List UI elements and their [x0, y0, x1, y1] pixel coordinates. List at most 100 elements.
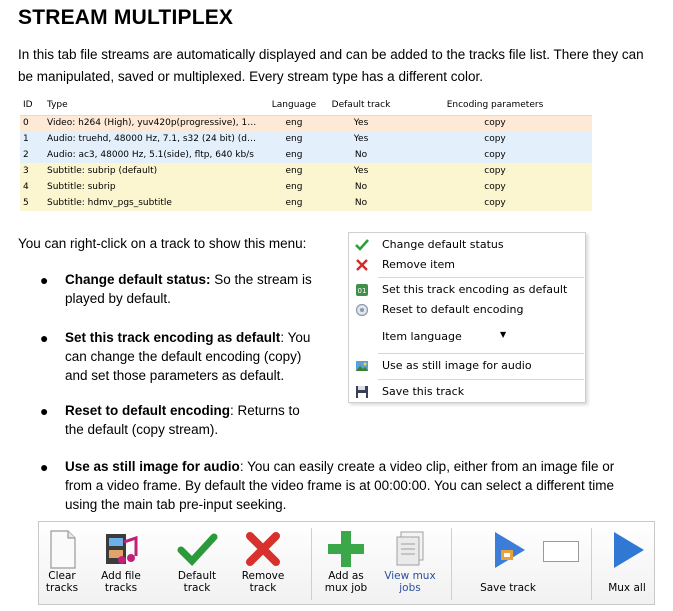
view-mux-jobs-button[interactable]: View mux jobs [379, 522, 441, 604]
cell-language: eng [264, 115, 324, 131]
bullet-dot: ● [40, 272, 49, 288]
menu-item-label: Change default status [382, 238, 504, 251]
bullet-bold: Set this track encoding as default [65, 330, 281, 345]
table-row[interactable]: 0 Video: h264 (High), yuv420p(progressiv… [20, 115, 592, 131]
bullet-dot: ● [40, 330, 49, 346]
add-as-mux-job-button[interactable]: Add as mux job [319, 522, 373, 604]
item-language-select[interactable]: Item language ▼ [378, 323, 579, 351]
bullet-text: : Returns to [230, 403, 300, 418]
bullet-text: played by default. [65, 291, 171, 306]
reset-icon [355, 303, 369, 317]
menu-item-reset-encoding[interactable]: Reset to default encoding [349, 300, 585, 320]
cell-encoding: copy [398, 163, 592, 179]
bullet-bold: Change default status: [65, 272, 211, 287]
document-icon [50, 530, 76, 569]
menu-item-save-track[interactable]: Save this track [349, 382, 585, 402]
clear-tracks-button[interactable]: Clear tracks [41, 522, 83, 604]
floppy-disk-icon [356, 386, 368, 398]
red-x-icon [356, 259, 368, 271]
bullet-text: using the main tab pre-input seeking. [65, 497, 287, 512]
menu-item-label: Save this track [382, 385, 465, 398]
menu-item-still-image[interactable]: Use as still image for audio [349, 356, 585, 376]
table-row[interactable]: 1 Audio: truehd, 48000 Hz, 7.1, s32 (24 … [20, 131, 592, 147]
remove-track-button[interactable]: Remove track [235, 522, 291, 604]
bullet-text: : You [280, 330, 311, 345]
cell-language: eng [264, 179, 324, 195]
cell-language: eng [264, 147, 324, 163]
tracks-table: ID Type Language Default track Encoding … [20, 96, 592, 211]
document-page: STREAM MULTIPLEX In this tab file stream… [0, 0, 673, 611]
cell-encoding: copy [398, 131, 592, 147]
table-row[interactable]: 3 Subtitle: subrip (default) eng Yes cop… [20, 163, 592, 179]
checkmark-icon [355, 239, 369, 251]
cell-id: 3 [20, 163, 44, 179]
image-icon [356, 361, 368, 371]
menu-item-label: Use as still image for audio [382, 359, 532, 372]
still-frame-selector[interactable] [543, 541, 579, 562]
documents-icon [396, 531, 424, 566]
red-x-icon [246, 532, 280, 566]
button-label: Remove track [241, 570, 285, 594]
bullet-dot: ● [40, 403, 49, 419]
cell-id: 2 [20, 147, 44, 163]
intro-paragraph: In this tab file streams are automatical… [18, 47, 644, 84]
table-row[interactable]: 5 Subtitle: hdmv_pgs_subtitle eng No cop… [20, 195, 592, 211]
menu-item-label: Set this track encoding as default [382, 283, 568, 296]
mux-all-button[interactable]: Mux all [599, 522, 655, 604]
table-row[interactable]: 2 Audio: ac3, 48000 Hz, 5.1(side), fltp,… [20, 147, 592, 163]
button-label: Save track [480, 582, 536, 594]
save-track-icon [495, 532, 525, 568]
cell-type: Subtitle: hdmv_pgs_subtitle [44, 195, 264, 211]
bullet-dot: ● [40, 459, 49, 475]
cell-id: 4 [20, 179, 44, 195]
cell-type: Video: h264 (High), yuv420p(progressive)… [44, 115, 264, 131]
bullet-text: and set those parameters as default. [65, 368, 285, 383]
svg-text:01: 01 [358, 287, 367, 295]
add-file-tracks-button[interactable]: Add file tracks [91, 522, 151, 604]
cell-type: Audio: truehd, 48000 Hz, 7.1, s32 (24 bi… [44, 131, 264, 147]
cell-id: 5 [20, 195, 44, 211]
stream-toolbar: Clear tracks Add file tracks Default track [38, 521, 655, 605]
button-label: Mux all [608, 582, 646, 594]
cell-id: 0 [20, 115, 44, 131]
col-header-encoding[interactable]: Encoding parameters [398, 96, 592, 116]
toolbar-separator [311, 528, 312, 600]
page-title: STREAM MULTIPLEX [18, 6, 234, 29]
cell-default: No [324, 179, 398, 195]
menu-item-label: Remove item [382, 258, 455, 271]
col-header-id[interactable]: ID [20, 96, 44, 116]
save-track-button[interactable]: Save track [477, 522, 539, 604]
menu-item-set-encoding[interactable]: 01 Set this track encoding as default [349, 280, 585, 300]
cell-default: No [324, 195, 398, 211]
menu-separator [378, 379, 584, 380]
bullet-bold: Use as still image for audio [65, 459, 240, 474]
cell-default: Yes [324, 131, 398, 147]
col-header-type[interactable]: Type [44, 96, 264, 116]
table-row[interactable]: 4 Subtitle: subrip eng No copy [20, 179, 592, 195]
button-label: View mux jobs [384, 570, 436, 594]
cell-encoding: copy [398, 195, 592, 211]
default-track-button[interactable]: Default track [169, 522, 225, 604]
col-header-default[interactable]: Default track [324, 96, 398, 116]
cell-encoding: copy [398, 179, 592, 195]
green-check-icon [177, 533, 218, 567]
encoding-icon: 01 [356, 284, 368, 296]
table-header-row: ID Type Language Default track Encoding … [20, 96, 592, 116]
cell-language: eng [264, 131, 324, 147]
button-label: Default track [177, 570, 217, 594]
col-header-language[interactable]: Language [264, 96, 324, 116]
film-music-icon [106, 534, 138, 564]
button-label: Add file tracks [101, 570, 141, 594]
cell-encoding: copy [398, 115, 592, 131]
menu-separator [378, 353, 584, 354]
menu-item-remove[interactable]: Remove item [349, 255, 585, 275]
cell-type: Subtitle: subrip (default) [44, 163, 264, 179]
dropdown-arrow-icon: ▼ [500, 330, 507, 339]
button-label: Add as mux job [324, 570, 368, 594]
item-language-label: Item language [382, 330, 462, 343]
button-label: Clear tracks [45, 570, 79, 594]
toolbar-separator [451, 528, 452, 600]
menu-item-change-default[interactable]: Change default status [349, 235, 585, 255]
play-icon [614, 532, 644, 568]
cell-default: Yes [324, 163, 398, 179]
